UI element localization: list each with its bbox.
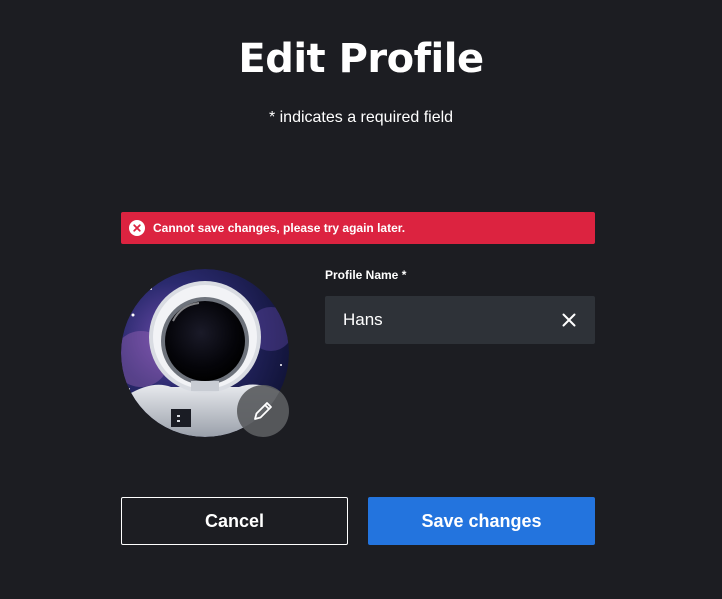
error-message: Cannot save changes, please try again la…	[153, 221, 406, 235]
required-field-note: * indicates a required field	[268, 109, 454, 126]
cancel-button[interactable]: Cancel	[121, 497, 348, 545]
profile-name-field-container	[325, 296, 595, 344]
error-icon	[129, 220, 145, 236]
pencil-icon	[254, 402, 272, 420]
edit-avatar-button[interactable]	[237, 385, 289, 437]
profile-name-label: Profile Name *	[325, 268, 407, 282]
clear-input-button[interactable]	[559, 310, 579, 330]
close-icon	[562, 313, 576, 327]
avatar-container	[121, 269, 289, 437]
save-changes-button[interactable]: Save changes	[368, 497, 595, 545]
profile-name-input[interactable]	[325, 296, 545, 344]
error-banner: Cannot save changes, please try again la…	[121, 212, 595, 244]
page-title: Edit Profile	[238, 36, 484, 82]
